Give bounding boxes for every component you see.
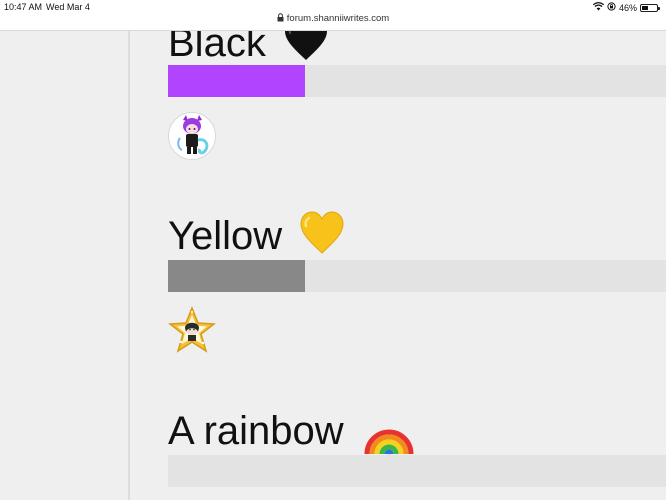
battery-percent: 46% [618, 2, 637, 13]
wifi-icon [592, 2, 605, 13]
url-text: forum.shanniiwrites.com [286, 13, 390, 24]
option-text: A rainbow [168, 409, 344, 453]
option-text: Black [168, 31, 266, 65]
voter-avatar-purple[interactable] [168, 112, 216, 160]
poll-option-black-label: Black [168, 31, 329, 69]
status-bar: 10:47 AM Wed Mar 4 forum.shanniiwrites.c… [0, 0, 666, 31]
poll-bar-fill [168, 65, 305, 97]
battery-icon [640, 3, 660, 12]
black-heart-icon [283, 31, 329, 69]
poll-option-yellow-label: Yellow [168, 211, 345, 262]
poll-bar-rainbow [168, 455, 666, 487]
voter-avatar-star[interactable] [167, 305, 217, 354]
status-time: 10:47 AM [4, 2, 43, 12]
lock-rotation-icon [607, 2, 616, 13]
poll-bar-yellow [168, 260, 666, 292]
poll-bar-fill [168, 260, 305, 292]
status-indicators: 46% [592, 2, 660, 13]
lock-icon [277, 13, 284, 25]
address-bar[interactable]: forum.shanniiwrites.com [0, 13, 666, 25]
poll-results: Black Yellow A rainbow [130, 31, 666, 500]
left-gutter [0, 31, 130, 500]
option-text: Yellow [168, 214, 283, 258]
poll-bar-black [168, 65, 666, 97]
status-date: Wed Mar 4 [46, 2, 90, 12]
yellow-heart-icon [299, 211, 345, 262]
